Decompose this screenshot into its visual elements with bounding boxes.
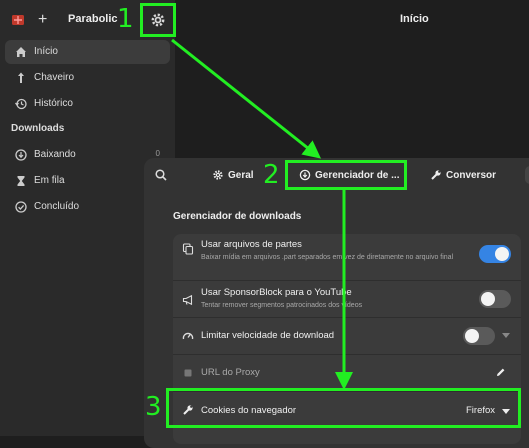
highlight-box-tab xyxy=(285,160,407,190)
hourglass-icon xyxy=(17,176,25,186)
tab-conversor[interactable]: Conversor xyxy=(430,164,510,188)
sponsorblock-switch[interactable] xyxy=(479,290,511,308)
setting-title: Limitar velocidade de download xyxy=(201,330,335,341)
arrow-gear-to-tab xyxy=(171,38,322,159)
download-count-badge: 0 xyxy=(155,149,160,158)
switch-knob xyxy=(495,247,509,261)
speedometer-icon xyxy=(182,332,194,340)
sidebar-item-label: Início xyxy=(34,46,58,57)
part-files-switch[interactable] xyxy=(479,245,511,263)
speed-limit-switch[interactable] xyxy=(463,327,495,345)
downloads-section-title: Downloads xyxy=(11,123,65,134)
highlight-box-gear xyxy=(140,3,176,37)
download-icon xyxy=(15,149,27,161)
tab-label: Geral xyxy=(228,170,254,181)
edit-pencil-icon[interactable] xyxy=(495,367,506,378)
app-title: Parabolic xyxy=(68,13,118,25)
tabs-overflow[interactable] xyxy=(525,166,529,184)
gear-icon xyxy=(213,170,223,180)
switch-knob xyxy=(465,329,479,343)
page-title: Início xyxy=(400,13,429,25)
setting-title: Usar arquivos de partes xyxy=(201,239,302,250)
key-icon xyxy=(18,72,24,83)
parabolic-logo-icon xyxy=(12,15,24,25)
setting-title: Usar SponsorBlock para o YouTube xyxy=(201,287,352,298)
add-download-button[interactable]: + xyxy=(38,11,47,29)
step-number-3: 3 xyxy=(145,392,162,422)
megaphone-icon xyxy=(182,294,193,306)
setting-row-proxy-url[interactable]: URL do Proxy xyxy=(173,355,521,391)
setting-title: URL do Proxy xyxy=(201,367,260,378)
sidebar-item-label: Histórico xyxy=(34,98,73,109)
setting-subtitle: Tentar remover segmentos patrocinados do… xyxy=(201,302,363,309)
setting-subtitle: Baixar mídia em arquivos .part separados… xyxy=(201,254,454,261)
proxy-icon xyxy=(184,369,192,377)
setting-row-part-files[interactable]: Usar arquivos de partes Baixar mídia em … xyxy=(173,234,521,280)
setting-row-speed-limit[interactable]: Limitar velocidade de download xyxy=(173,318,521,354)
setting-row-sponsorblock[interactable]: Usar SponsorBlock para o YouTube Tentar … xyxy=(173,281,521,317)
sidebar-item-inicio[interactable]: Início xyxy=(5,40,170,64)
highlight-box-cookies xyxy=(166,388,521,428)
step-number-1: 1 xyxy=(117,4,134,34)
switch-knob xyxy=(481,292,495,306)
sidebar-item-label: Chaveiro xyxy=(34,72,75,83)
section-heading: Gerenciador de downloads xyxy=(173,211,302,222)
search-icon[interactable] xyxy=(154,168,168,182)
sidebar-item-chaveiro[interactable]: Chaveiro xyxy=(5,66,170,90)
sidebar-item-label: Baixando xyxy=(34,149,76,160)
check-circle-icon xyxy=(15,201,27,213)
sidebar-item-label: Em fila xyxy=(34,175,65,186)
home-icon xyxy=(16,47,26,57)
sidebar-item-historico[interactable]: Histórico xyxy=(5,92,170,116)
history-icon xyxy=(15,98,27,110)
tab-label: Conversor xyxy=(446,170,497,181)
copy-icon xyxy=(182,243,194,255)
wrench-icon xyxy=(431,170,441,180)
sidebar-item-label: Concluído xyxy=(34,201,80,212)
chevron-down-icon[interactable] xyxy=(502,333,510,339)
step-number-2: 2 xyxy=(263,160,280,190)
